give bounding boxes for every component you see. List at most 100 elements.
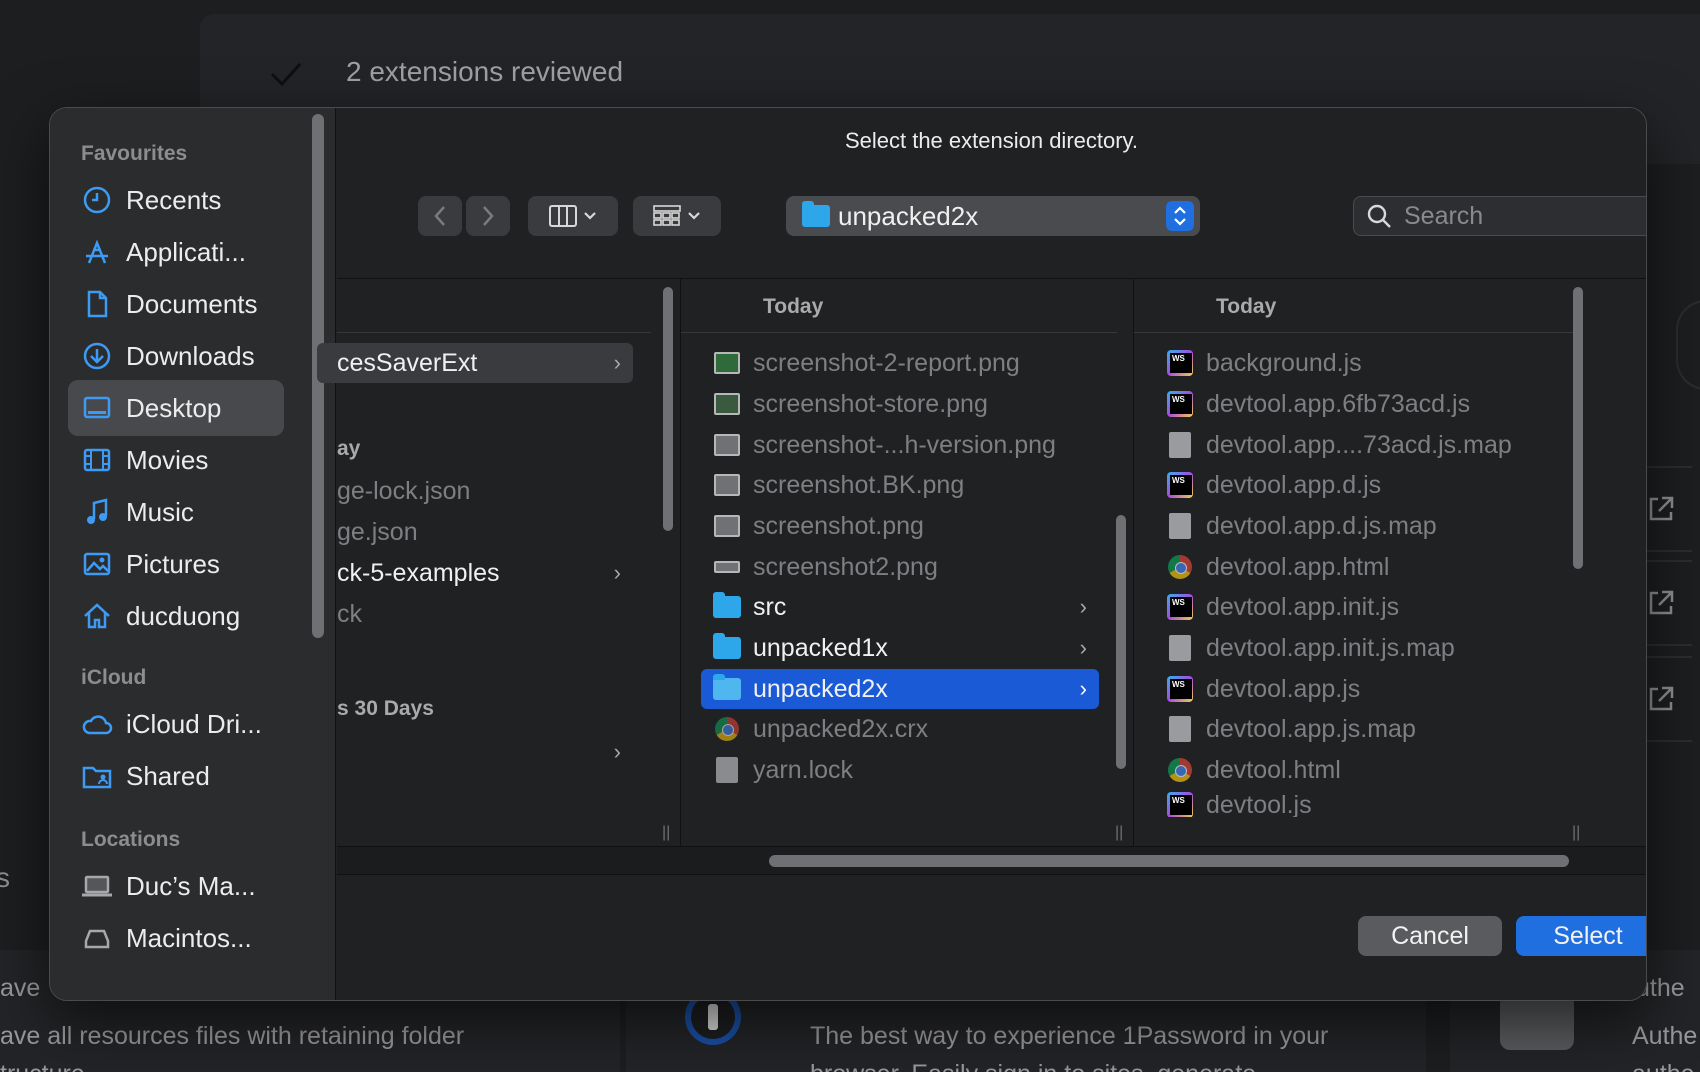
sidebar-item-macintosh-hd[interactable]: Macintos... [68, 910, 284, 966]
sidebar-item-desktop[interactable]: Desktop [68, 380, 284, 436]
sidebar-item-label: Applicati... [126, 236, 246, 267]
sidebar-item-shared[interactable]: Shared [68, 748, 284, 804]
location-popup[interactable]: unpacked2x [786, 196, 1200, 236]
document-icon [80, 287, 114, 321]
up-down-chevron-icon [1166, 201, 1194, 231]
search-input[interactable] [1404, 201, 1644, 231]
sidebar-item-pictures[interactable]: Pictures [68, 536, 284, 592]
horizontal-scroll-track [337, 846, 1646, 874]
list-item[interactable]: src › [701, 587, 1099, 627]
list-item[interactable]: devtool.app.init.js [1154, 587, 1556, 627]
disk-icon [80, 921, 114, 955]
sidebar-item-label: Pictures [126, 548, 220, 579]
sidebar-item-icloud-drive[interactable]: iCloud Dri... [68, 696, 284, 752]
list-item[interactable]: screenshot-store.png [701, 384, 1099, 424]
pictures-icon [80, 547, 114, 581]
column-resize-handle[interactable]: || [1572, 824, 1580, 842]
sidebar-item-home[interactable]: ducduong [68, 588, 284, 644]
folder-icon [802, 201, 830, 227]
list-item-selected[interactable]: unpacked2x › [701, 669, 1099, 709]
sidebar-item-documents[interactable]: Documents [68, 276, 284, 332]
list-item[interactable]: ck [317, 594, 633, 634]
list-item[interactable]: unpacked2x.crx [701, 709, 1099, 749]
column-2: Today screenshot-2-report.png screenshot… [681, 279, 1117, 846]
back-button[interactable] [418, 196, 462, 236]
image-file-icon [713, 390, 741, 418]
list-item[interactable]: yarn.lock [701, 750, 1099, 790]
webstorm-file-icon [1166, 791, 1194, 817]
chevron-right-icon [483, 206, 494, 226]
list-item[interactable]: unpacked1x › [701, 628, 1099, 668]
list-item[interactable]: devtool.app.js.map [1154, 709, 1556, 749]
column-3-header: Today [1134, 279, 1574, 333]
folder-icon [713, 592, 741, 621]
extension-card-left-title: ave [0, 974, 41, 1002]
laptop-icon [80, 869, 114, 903]
list-item[interactable]: background.js [1154, 343, 1556, 383]
webstorm-file-icon [1166, 349, 1194, 377]
list-item[interactable]: screenshot.png [701, 506, 1099, 546]
list-item[interactable]: devtool.app.html [1154, 547, 1556, 587]
column-resize-handle[interactable]: || [662, 824, 670, 842]
column-resize-handle[interactable]: || [1115, 824, 1123, 842]
clock-icon [80, 183, 114, 217]
sidebar-item-label: Recents [126, 184, 222, 215]
list-item[interactable]: devtool.html [1154, 750, 1556, 790]
sidebar-item-recents[interactable]: Recents [68, 172, 284, 228]
sidebar-item-label: Documents [126, 288, 258, 319]
list-item[interactable]: ge.json [317, 512, 633, 552]
cancel-button[interactable]: Cancel [1358, 916, 1502, 956]
webstorm-file-icon [1166, 390, 1194, 418]
webstorm-file-icon [1166, 471, 1194, 499]
list-item[interactable]: screenshot.BK.png [701, 465, 1099, 505]
search-field[interactable] [1353, 196, 1646, 236]
sidebar-item-macbook[interactable]: Duc’s Ma... [68, 858, 284, 914]
sidebar-header-icloud: iCloud [81, 666, 147, 689]
column-3: Today background.js devtool.app.6fb73acd… [1134, 279, 1574, 846]
folder-icon [713, 674, 741, 703]
list-item[interactable]: ck-5-examples › [317, 553, 633, 593]
column-3-scrollbar[interactable] [1573, 287, 1583, 569]
list-item[interactable]: ge-lock.json [317, 471, 633, 511]
sidebar-header-favourites: Favourites [81, 142, 188, 165]
generic-file-icon [1166, 634, 1194, 662]
generic-file-icon [1166, 512, 1194, 540]
sidebar-item-downloads[interactable]: Downloads [68, 328, 284, 384]
sidebar-item-movies[interactable]: Movies [68, 432, 284, 488]
list-item[interactable]: devtool.app.d.js.map [1154, 506, 1556, 546]
forward-button[interactable] [466, 196, 510, 236]
list-item[interactable]: devtool.js [1154, 791, 1556, 817]
extension-card-1password-description-line2: browser. Easily sign in to sites, genera… [810, 1060, 1256, 1072]
list-item[interactable]: devtool.app.d.js [1154, 465, 1556, 505]
sidebar-item-label: Movies [126, 444, 209, 475]
sidebar-item-music[interactable]: Music [68, 484, 284, 540]
column-2-scrollbar[interactable] [1116, 515, 1126, 769]
list-item[interactable]: › [317, 732, 633, 772]
sidebar-item-label: Downloads [126, 340, 255, 371]
sidebar-item-label: Desktop [126, 392, 222, 423]
list-item[interactable]: devtool.app....73acd.js.map [1154, 425, 1556, 465]
list-item[interactable]: devtool.app.init.js.map [1154, 628, 1556, 668]
sidebar-item-label: Music [126, 496, 194, 527]
column-2-header: Today [681, 279, 1117, 333]
horizontal-scrollbar[interactable] [769, 855, 1569, 867]
list-item[interactable]: screenshot-...h-version.png [701, 425, 1099, 465]
list-item[interactable]: devtool.app.6fb73acd.js [1154, 384, 1556, 424]
sidebar-item-applications[interactable]: Applicati... [68, 224, 284, 280]
list-item[interactable]: cesSaverExt › [317, 343, 633, 383]
group-by-button[interactable] [633, 196, 721, 236]
column-1-scrollbar[interactable] [663, 287, 673, 531]
list-item[interactable]: screenshot2.png [701, 547, 1099, 587]
checkmark-icon [270, 62, 302, 87]
search-icon [1367, 204, 1391, 228]
webstorm-file-icon [1166, 675, 1194, 703]
select-button[interactable]: Select [1516, 916, 1646, 956]
list-item[interactable]: screenshot-2-report.png [701, 343, 1099, 383]
footer-divider [337, 874, 1646, 875]
sidebar-item-label: ducduong [126, 600, 241, 631]
external-link-icon [1649, 686, 1674, 711]
columns-view-icon [549, 205, 577, 227]
generic-file-icon [1166, 431, 1194, 459]
list-item[interactable]: devtool.app.js [1154, 669, 1556, 709]
view-mode-columns-button[interactable] [528, 196, 618, 236]
